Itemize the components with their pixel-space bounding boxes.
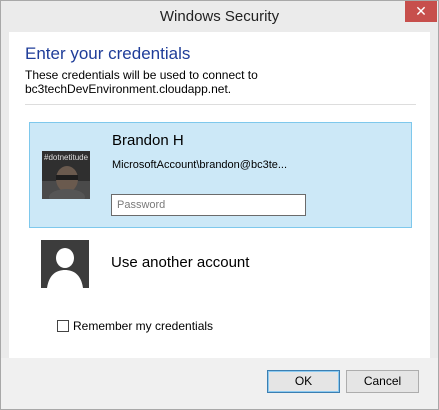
dialog-description: These credentials will be used to connec… [25,68,258,96]
user-name: Brandon H [112,132,184,149]
selected-account-tile[interactable]: #dotnetitude Brandon H MicrosoftAccount\… [29,122,412,228]
description-line-1: These credentials will be used to connec… [25,68,258,82]
dialog-content: Enter your credentials These credentials… [9,32,430,358]
remember-credentials[interactable]: Remember my credentials [57,319,213,333]
separator [25,104,416,105]
use-another-account-label: Use another account [111,254,250,271]
password-input[interactable] [111,194,306,216]
user-avatar: #dotnetitude [42,151,90,199]
window-title: Windows Security [159,8,280,25]
description-line-2: bc3techDevEnvironment.cloudapp.net. [25,82,232,96]
dialog-heading: Enter your credentials [25,44,191,63]
generic-user-avatar [41,240,89,288]
avatar-tag: #dotnetitude [44,153,89,162]
user-account: MicrosoftAccount\brandon@bc3te... [112,159,288,171]
use-another-account-tile[interactable]: Use another account [29,238,412,294]
ok-button[interactable]: OK [267,370,340,393]
dialog-footer: OK Cancel [1,358,438,409]
cancel-button[interactable]: Cancel [346,370,419,393]
close-button[interactable]: ✕ [405,1,437,22]
close-icon: ✕ [415,3,427,19]
person-silhouette-icon [41,240,89,288]
title-bar[interactable]: Windows Security ✕ [1,1,438,31]
remember-checkbox[interactable] [57,320,69,332]
remember-label[interactable]: Remember my credentials [73,319,213,333]
windows-security-dialog: Windows Security ✕ Enter your credential… [0,0,439,410]
